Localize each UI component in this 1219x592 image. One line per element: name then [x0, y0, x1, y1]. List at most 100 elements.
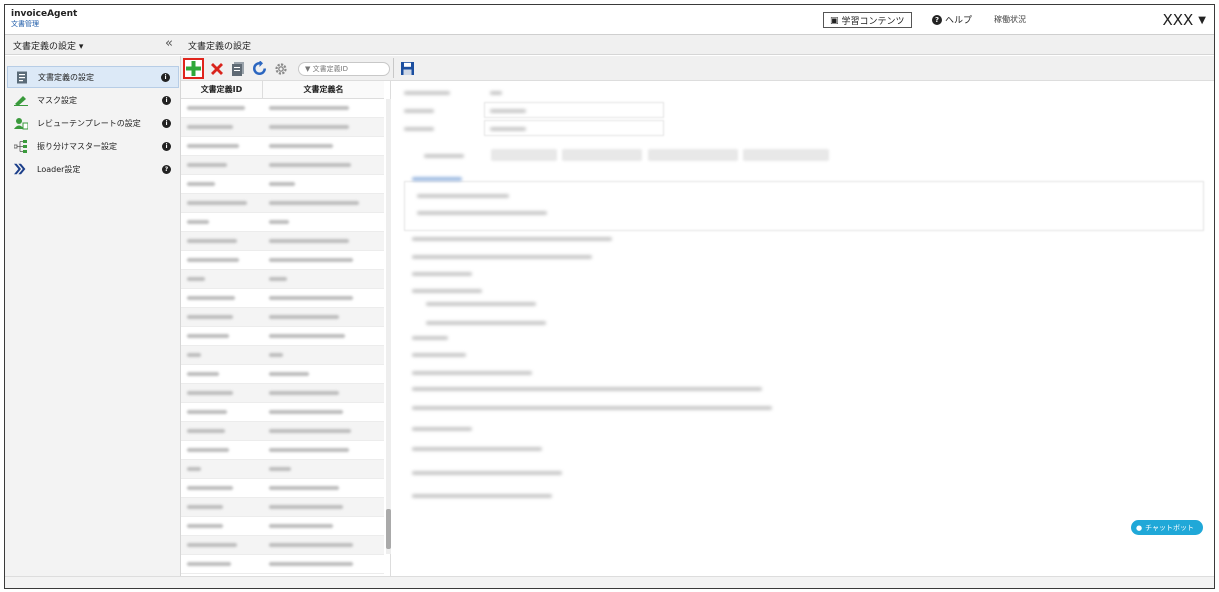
table-row[interactable] [181, 555, 384, 574]
cell-definition-name [263, 289, 384, 307]
sidebar-item-mask[interactable]: マスク設定 i [7, 89, 179, 111]
blurred-box [404, 181, 1204, 231]
column-header-id[interactable]: 文書定義ID [181, 81, 263, 98]
refresh-button[interactable] [251, 60, 268, 77]
table-row[interactable] [181, 422, 384, 441]
help-link[interactable]: ? ヘルプ [932, 13, 972, 26]
blurred-text [412, 387, 762, 391]
section-dropdown[interactable]: 文書定義の設定 ▾ [13, 39, 83, 52]
cell-definition-name [263, 403, 384, 421]
table-row[interactable] [181, 194, 384, 213]
table-row[interactable] [181, 403, 384, 422]
table-row[interactable] [181, 460, 384, 479]
info-icon[interactable]: i [162, 118, 171, 128]
table-row[interactable] [181, 498, 384, 517]
delete-button[interactable] [208, 60, 225, 77]
cell-definition-name [263, 536, 384, 554]
cell-definition-name [263, 498, 384, 516]
close-icon [210, 62, 223, 75]
cell-definition-name [263, 251, 384, 269]
cell-definition-id [181, 137, 263, 155]
blurred-text [412, 336, 448, 340]
table-row[interactable] [181, 289, 384, 308]
document-icon [15, 70, 29, 84]
blurred-text [404, 109, 434, 113]
table-row[interactable] [181, 99, 384, 118]
table-row[interactable] [181, 270, 384, 289]
redacted-text [187, 391, 233, 395]
redacted-text [269, 524, 333, 528]
collapse-sidebar-icon[interactable]: « [165, 36, 173, 51]
table-row[interactable] [181, 156, 384, 175]
blurred-text [412, 237, 612, 241]
question-icon: ? [932, 14, 942, 25]
info-icon[interactable]: i [161, 72, 170, 82]
table-row[interactable] [181, 441, 384, 460]
scrollbar-thumb[interactable] [386, 509, 391, 549]
table-row[interactable] [181, 251, 384, 270]
redacted-text [269, 106, 349, 110]
redacted-text [187, 353, 201, 357]
sidebar-item-document-definition[interactable]: 文書定義の設定 i [7, 66, 179, 88]
sidebar-item-label: 文書定義の設定 [38, 72, 94, 82]
chatbot-button[interactable]: ● チャットボット [1131, 520, 1203, 535]
blurred-text [412, 447, 542, 451]
search-input[interactable]: ▼ 文書定義ID [298, 62, 390, 76]
sidebar-item-label: レビューテンプレートの設定 [37, 118, 141, 128]
blurred-text [426, 321, 546, 325]
cell-definition-id [181, 213, 263, 231]
sidebar-item-loader[interactable]: Loader設定 ? [7, 158, 179, 180]
refresh-icon [253, 61, 266, 75]
cell-definition-id [181, 422, 263, 440]
blurred-text [490, 91, 502, 95]
pen-icon [14, 93, 28, 107]
redacted-text [187, 201, 247, 205]
sidebar-item-sort-master[interactable]: 振り分けマスター設定 i [7, 135, 179, 157]
table-row[interactable] [181, 346, 384, 365]
table-row[interactable] [181, 308, 384, 327]
column-header-name[interactable]: 文書定義名 [263, 81, 384, 98]
table-row[interactable] [181, 479, 384, 498]
info-icon[interactable]: i [162, 95, 171, 105]
save-button[interactable] [399, 60, 416, 77]
table-row[interactable] [181, 327, 384, 346]
table-row[interactable] [181, 118, 384, 137]
question-icon[interactable]: ? [162, 164, 171, 174]
sidebar-item-review-template[interactable]: レビューテンプレートの設定 i [7, 112, 179, 134]
info-icon[interactable]: i [162, 141, 171, 151]
redacted-text [269, 410, 343, 414]
table-row[interactable] [181, 232, 384, 251]
app-logo[interactable]: invoiceAgent 文書管理 [11, 9, 77, 29]
table-row[interactable] [181, 384, 384, 403]
redacted-text [269, 201, 359, 205]
redacted-text [187, 106, 245, 110]
table-row[interactable] [181, 175, 384, 194]
blurred-text [426, 302, 536, 306]
blurred-tab [562, 149, 642, 161]
settings-button[interactable] [272, 60, 289, 77]
table-row[interactable] [181, 536, 384, 555]
learning-content-button[interactable]: ▣ 学習コンテンツ [823, 12, 912, 28]
blurred-text [412, 177, 462, 181]
cell-definition-id [181, 384, 263, 402]
status-link[interactable]: 稼働状況 [994, 14, 1026, 25]
table-row[interactable] [181, 137, 384, 156]
redacted-text [269, 334, 345, 338]
blurred-text [412, 272, 472, 276]
table-scrollbar[interactable] [386, 99, 391, 554]
cell-definition-id [181, 194, 263, 212]
add-button[interactable] [183, 58, 204, 79]
cell-definition-name [263, 99, 384, 117]
blurred-text [412, 255, 592, 259]
table-row[interactable] [181, 213, 384, 232]
redacted-text [187, 410, 227, 414]
help-label: ヘルプ [945, 16, 973, 26]
redacted-text [187, 467, 201, 471]
table-row[interactable] [181, 517, 384, 536]
redacted-text [269, 448, 349, 452]
user-menu[interactable]: XXX ▼ [1162, 11, 1206, 29]
redacted-text [269, 163, 351, 167]
cell-definition-id [181, 346, 263, 364]
copy-button[interactable] [229, 60, 246, 77]
table-row[interactable] [181, 365, 384, 384]
